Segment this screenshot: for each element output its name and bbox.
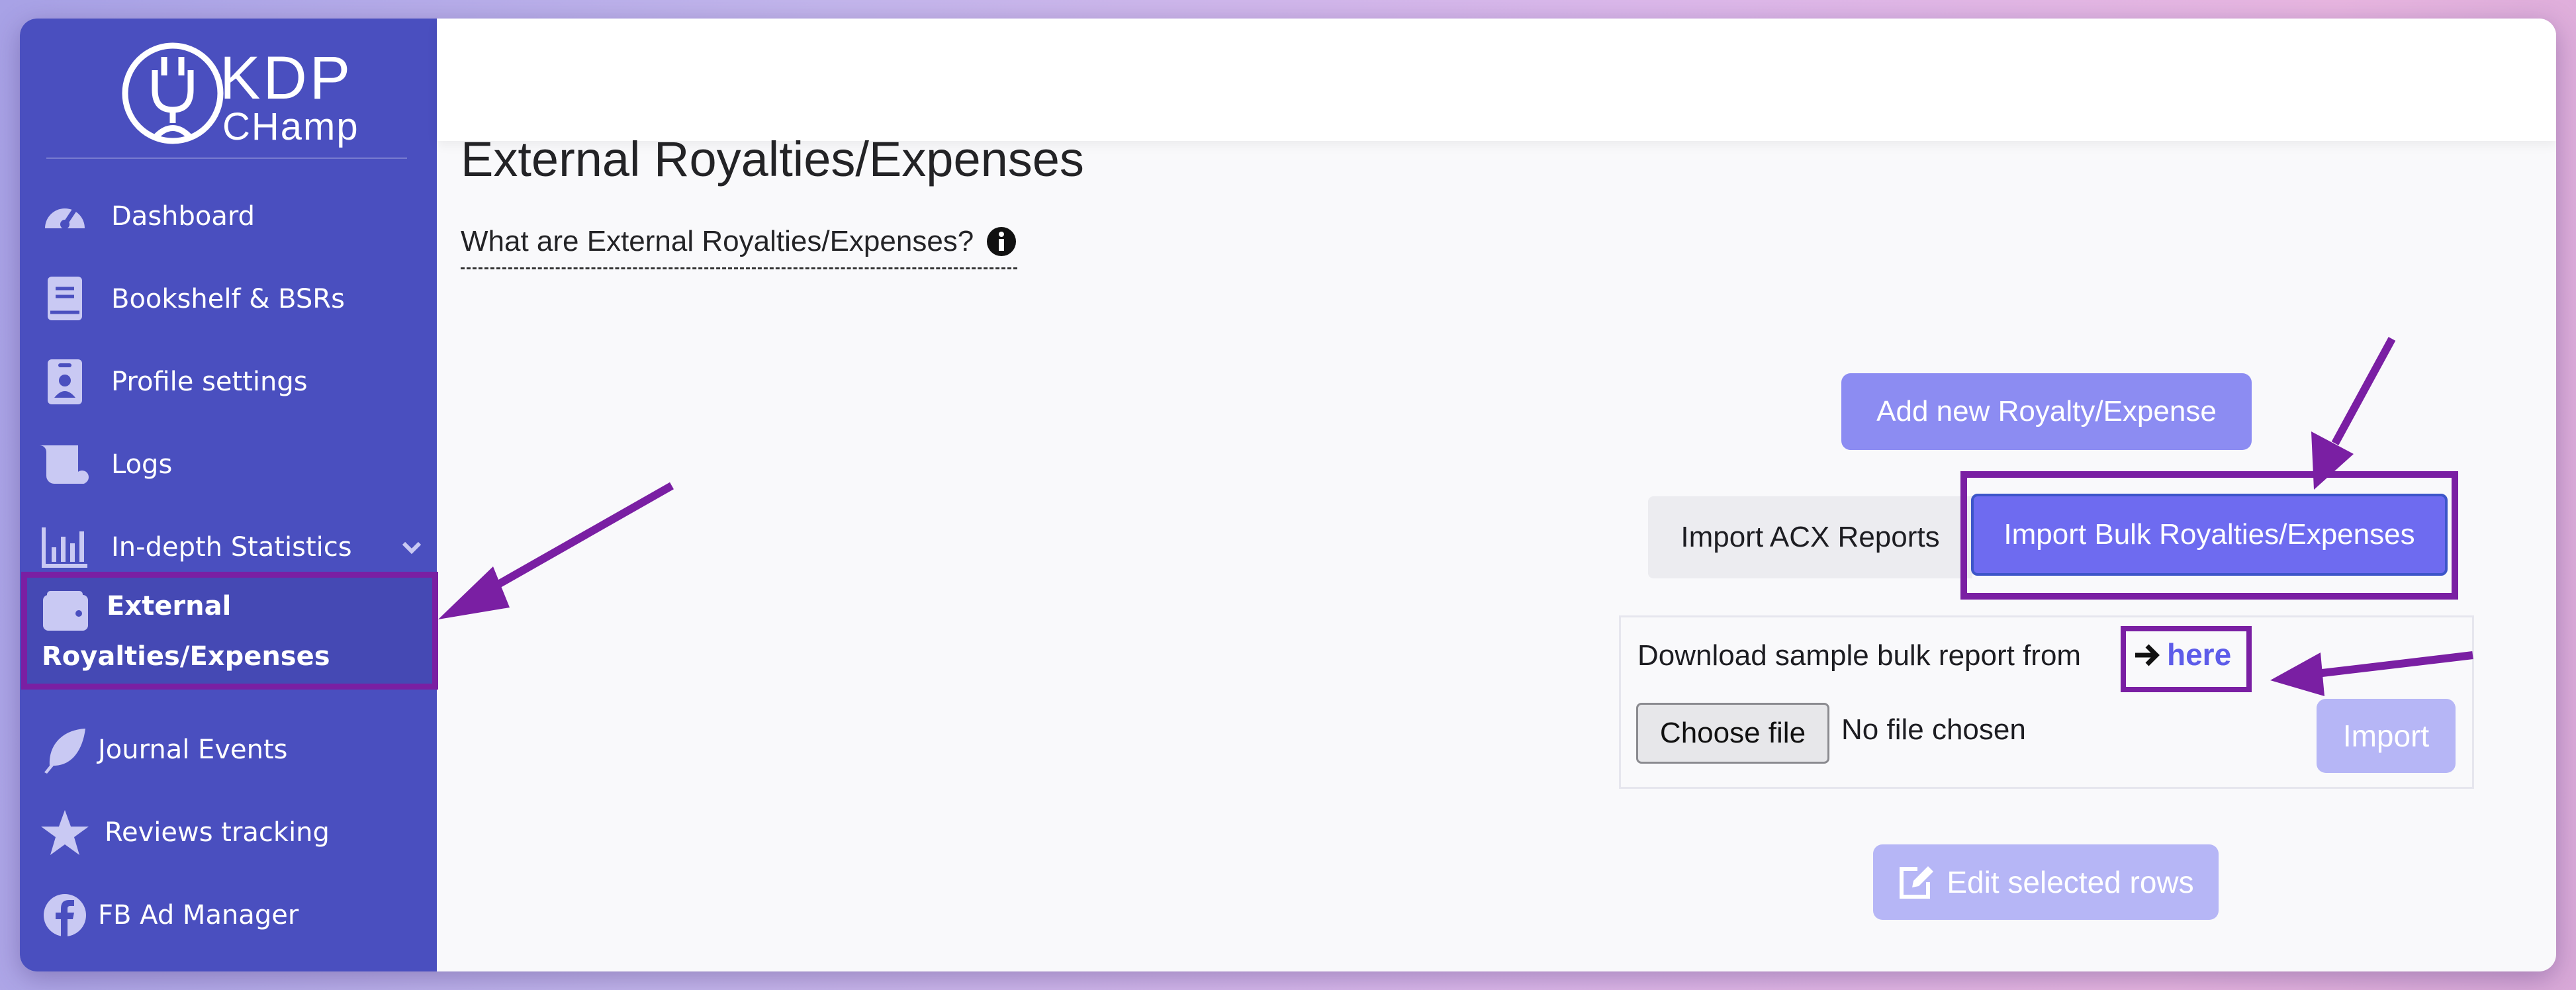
sidebar-item-label: Dashboard bbox=[111, 201, 255, 232]
feather-icon bbox=[38, 723, 91, 776]
sidebar-item-label: Journal Events bbox=[98, 735, 288, 765]
file-status-text: No file chosen bbox=[1841, 713, 2026, 746]
logo-kdp-text: KDP bbox=[220, 44, 353, 112]
logo-champ-text: CHamp bbox=[222, 105, 359, 148]
tab-import-acx-reports[interactable]: Import ACX Reports bbox=[1648, 496, 1972, 578]
edit-button-label: Edit selected rows bbox=[1947, 865, 2194, 899]
info-icon bbox=[987, 227, 1017, 256]
sidebar-item-logs[interactable]: Logs bbox=[20, 428, 437, 501]
sidebar: KDP CHamp Dashboard Bookshelf & BSRs Pro… bbox=[20, 19, 438, 971]
import-button[interactable]: Import bbox=[2317, 699, 2456, 773]
star-icon bbox=[38, 806, 91, 859]
chart-icon bbox=[38, 521, 91, 574]
sidebar-item-label: External bbox=[107, 591, 232, 621]
chevron-down-icon[interactable] bbox=[398, 534, 425, 561]
download-sample-text: Download sample bulk report from bbox=[1637, 639, 2082, 672]
tab-import-bulk-royalties[interactable]: Import Bulk Royalties/Expenses bbox=[1971, 494, 2448, 576]
sidebar-item-bookshelf[interactable]: Bookshelf & BSRs bbox=[20, 263, 437, 336]
gauge-icon bbox=[38, 190, 91, 243]
help-text: What are External Royalties/Expenses? bbox=[461, 225, 974, 257]
sidebar-item-label: FB Ad Manager bbox=[98, 900, 299, 930]
book-icon bbox=[38, 273, 91, 326]
sidebar-item-journal-events[interactable]: Journal Events bbox=[20, 713, 437, 786]
id-badge-icon bbox=[38, 355, 91, 408]
sidebar-item-label: Reviews tracking bbox=[105, 817, 330, 848]
sidebar-item-profile-settings[interactable]: Profile settings bbox=[20, 345, 437, 418]
kdp-champ-logo[interactable]: KDP CHamp bbox=[94, 25, 372, 158]
facebook-icon bbox=[38, 889, 91, 942]
top-bar bbox=[437, 19, 2556, 141]
sidebar-item-fb-ad-manager[interactable]: FB Ad Manager bbox=[20, 879, 437, 952]
sidebar-item-label: Profile settings bbox=[111, 367, 308, 397]
scroll-icon bbox=[38, 438, 91, 491]
sidebar-item-label: Royalties/Expenses bbox=[42, 641, 330, 672]
add-royalty-expense-button[interactable]: Add new Royalty/Expense bbox=[1841, 373, 2252, 450]
sidebar-item-reviews-tracking[interactable]: Reviews tracking bbox=[20, 796, 437, 869]
sidebar-item-label: Bookshelf & BSRs bbox=[111, 284, 345, 314]
sidebar-item-external-royalties[interactable]: External Royalties/Expenses bbox=[21, 572, 438, 690]
plug-icon bbox=[122, 42, 224, 144]
sidebar-item-dashboard[interactable]: Dashboard bbox=[20, 180, 437, 253]
page-title: External Royalties/Expenses bbox=[461, 132, 1084, 187]
help-tooltip-trigger[interactable]: What are External Royalties/Expenses? bbox=[461, 225, 1018, 269]
sidebar-item-label: Logs bbox=[111, 449, 173, 480]
download-sample-link[interactable]: here bbox=[2167, 637, 2231, 672]
arrow-right-icon bbox=[2135, 644, 2160, 666]
sidebar-item-label: In-depth Statistics bbox=[111, 532, 352, 562]
edit-icon bbox=[1900, 866, 1934, 899]
edit-selected-rows-button[interactable]: Edit selected rows bbox=[1873, 844, 2219, 920]
logo-divider bbox=[46, 158, 407, 159]
choose-file-button[interactable]: Choose file bbox=[1636, 703, 1829, 764]
wallet-icon bbox=[43, 591, 88, 631]
